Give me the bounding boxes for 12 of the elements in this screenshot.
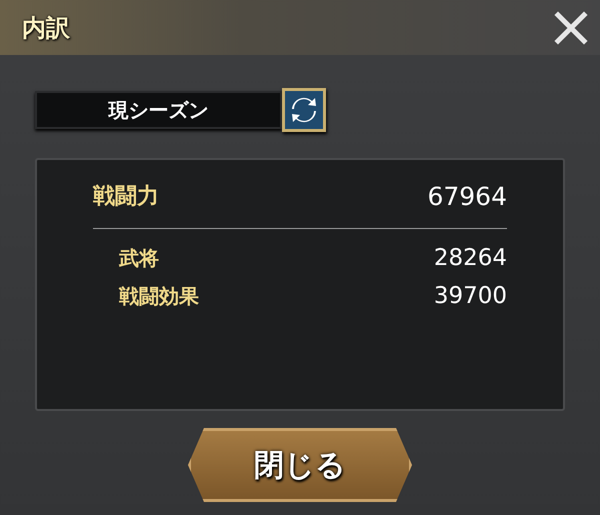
refresh-icon <box>289 95 319 125</box>
refresh-button[interactable] <box>282 88 326 132</box>
close-icon[interactable] <box>554 10 588 44</box>
stat-label: 戦闘効果 <box>119 282 199 310</box>
total-value: 67964 <box>427 182 507 210</box>
close-button[interactable]: 閉じる <box>188 428 412 502</box>
stat-value: 39700 <box>434 283 507 309</box>
total-label: 戦闘力 <box>93 183 159 211</box>
season-dropdown[interactable]: 現シーズン <box>35 91 282 129</box>
window-title: 内訳 <box>22 12 70 44</box>
stat-value: 28264 <box>434 245 507 271</box>
stat-label: 武将 <box>119 244 159 272</box>
